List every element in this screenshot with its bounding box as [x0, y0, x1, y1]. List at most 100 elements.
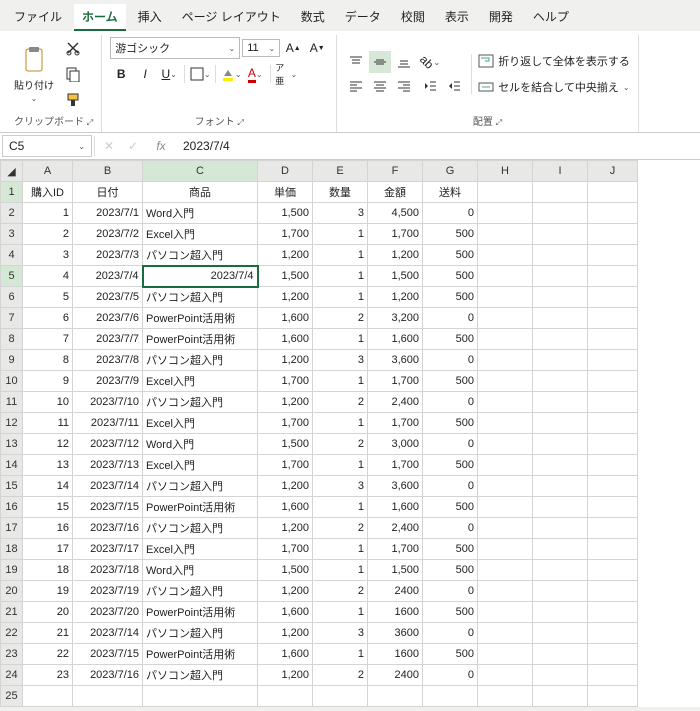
formula-input[interactable]: 2023/7/4: [177, 136, 698, 156]
cell-G15[interactable]: 0: [423, 476, 478, 497]
cell-A12[interactable]: 11: [23, 413, 73, 434]
cell-C18[interactable]: Excel入門: [143, 539, 258, 560]
row-header-7[interactable]: 7: [1, 308, 23, 329]
cell-B23[interactable]: 2023/7/15: [73, 644, 143, 665]
cell-F23[interactable]: 1600: [368, 644, 423, 665]
cell-F9[interactable]: 3,600: [368, 350, 423, 371]
cell-D20[interactable]: 1,200: [258, 581, 313, 602]
cell-C14[interactable]: Excel入門: [143, 455, 258, 476]
cell-E22[interactable]: 3: [313, 623, 368, 644]
decrease-indent-icon[interactable]: [419, 75, 441, 97]
cell-C2[interactable]: Word入門: [143, 203, 258, 224]
cell-A3[interactable]: 2: [23, 224, 73, 245]
cell-A11[interactable]: 10: [23, 392, 73, 413]
row-header-2[interactable]: 2: [1, 203, 23, 224]
cell-A19[interactable]: 18: [23, 560, 73, 581]
cell-F21[interactable]: 1600: [368, 602, 423, 623]
cell-F2[interactable]: 4,500: [368, 203, 423, 224]
row-header-19[interactable]: 19: [1, 560, 23, 581]
tab-データ[interactable]: データ: [337, 4, 389, 31]
cell-C7[interactable]: PowerPoint活用術: [143, 308, 258, 329]
cell-C20[interactable]: パソコン超入門: [143, 581, 258, 602]
align-left-icon[interactable]: [345, 75, 367, 97]
cell-G11[interactable]: 0: [423, 392, 478, 413]
cell-B22[interactable]: 2023/7/14: [73, 623, 143, 644]
cell-D23[interactable]: 1,600: [258, 644, 313, 665]
name-box[interactable]: C5⌄: [2, 135, 92, 157]
cell-A8[interactable]: 7: [23, 329, 73, 350]
cell-F24[interactable]: 2400: [368, 665, 423, 686]
cell-D18[interactable]: 1,700: [258, 539, 313, 560]
font-size-select[interactable]: 11⌄: [242, 39, 280, 57]
cell-B15[interactable]: 2023/7/14: [73, 476, 143, 497]
cell-D7[interactable]: 1,600: [258, 308, 313, 329]
cell-E10[interactable]: 1: [313, 371, 368, 392]
cell-D2[interactable]: 1,500: [258, 203, 313, 224]
cell-G8[interactable]: 500: [423, 329, 478, 350]
cell-C19[interactable]: Word入門: [143, 560, 258, 581]
cell-B6[interactable]: 2023/7/5: [73, 287, 143, 308]
alignment-launcher-icon[interactable]: ⤢: [496, 118, 502, 127]
cell-E17[interactable]: 2: [313, 518, 368, 539]
cell-F12[interactable]: 1,700: [368, 413, 423, 434]
tab-ホーム[interactable]: ホーム: [74, 4, 126, 31]
cell-B4[interactable]: 2023/7/3: [73, 245, 143, 266]
row-header-17[interactable]: 17: [1, 518, 23, 539]
cell-E20[interactable]: 2: [313, 581, 368, 602]
merge-center-button[interactable]: セルを結合して中央揃え ⌄: [478, 77, 630, 97]
column-header-J[interactable]: J: [588, 161, 638, 182]
cell-G22[interactable]: 0: [423, 623, 478, 644]
cell-G24[interactable]: 0: [423, 665, 478, 686]
enter-icon[interactable]: ✓: [121, 139, 145, 153]
increase-font-icon[interactable]: A▲: [282, 37, 304, 59]
cell-D5[interactable]: 1,500: [258, 266, 313, 287]
cell-A17[interactable]: 16: [23, 518, 73, 539]
align-bottom-icon[interactable]: [393, 51, 415, 73]
cell-B13[interactable]: 2023/7/12: [73, 434, 143, 455]
row-header-21[interactable]: 21: [1, 602, 23, 623]
cell-G18[interactable]: 500: [423, 539, 478, 560]
tab-ヘルプ[interactable]: ヘルプ: [525, 4, 577, 31]
cell-G9[interactable]: 0: [423, 350, 478, 371]
row-header-9[interactable]: 9: [1, 350, 23, 371]
underline-icon[interactable]: U⌄: [158, 63, 180, 85]
column-header-G[interactable]: G: [423, 161, 478, 182]
cell-B7[interactable]: 2023/7/6: [73, 308, 143, 329]
wrap-text-button[interactable]: 折り返して全体を表示する: [478, 51, 630, 71]
cell-B14[interactable]: 2023/7/13: [73, 455, 143, 476]
row-header-6[interactable]: 6: [1, 287, 23, 308]
cell-D3[interactable]: 1,700: [258, 224, 313, 245]
cell-F17[interactable]: 2,400: [368, 518, 423, 539]
decrease-font-icon[interactable]: A▼: [306, 37, 328, 59]
cell-G17[interactable]: 0: [423, 518, 478, 539]
cell-E7[interactable]: 2: [313, 308, 368, 329]
cell-D10[interactable]: 1,700: [258, 371, 313, 392]
cell-F4[interactable]: 1,200: [368, 245, 423, 266]
font-name-select[interactable]: 游ゴシック⌄: [110, 37, 240, 59]
row-header-20[interactable]: 20: [1, 581, 23, 602]
cell-D17[interactable]: 1,200: [258, 518, 313, 539]
cell-C13[interactable]: Word入門: [143, 434, 258, 455]
cell-G20[interactable]: 0: [423, 581, 478, 602]
cell-B8[interactable]: 2023/7/7: [73, 329, 143, 350]
row-header-11[interactable]: 11: [1, 392, 23, 413]
cell-G10[interactable]: 500: [423, 371, 478, 392]
cell-F8[interactable]: 1,600: [368, 329, 423, 350]
fx-icon[interactable]: fx: [149, 139, 173, 153]
cell-A4[interactable]: 3: [23, 245, 73, 266]
column-header-F[interactable]: F: [368, 161, 423, 182]
cell-F7[interactable]: 3,200: [368, 308, 423, 329]
cell-A9[interactable]: 8: [23, 350, 73, 371]
cell-E5[interactable]: 1: [313, 266, 368, 287]
cell-F14[interactable]: 1,700: [368, 455, 423, 476]
cell-G12[interactable]: 500: [423, 413, 478, 434]
cell-A24[interactable]: 23: [23, 665, 73, 686]
cell-F6[interactable]: 1,200: [368, 287, 423, 308]
cell-E6[interactable]: 1: [313, 287, 368, 308]
cancel-icon[interactable]: ✕: [97, 139, 121, 153]
row-header-8[interactable]: 8: [1, 329, 23, 350]
cell-C15[interactable]: パソコン超入門: [143, 476, 258, 497]
cell-D8[interactable]: 1,600: [258, 329, 313, 350]
tab-校閲[interactable]: 校閲: [393, 4, 433, 31]
cell-E14[interactable]: 1: [313, 455, 368, 476]
